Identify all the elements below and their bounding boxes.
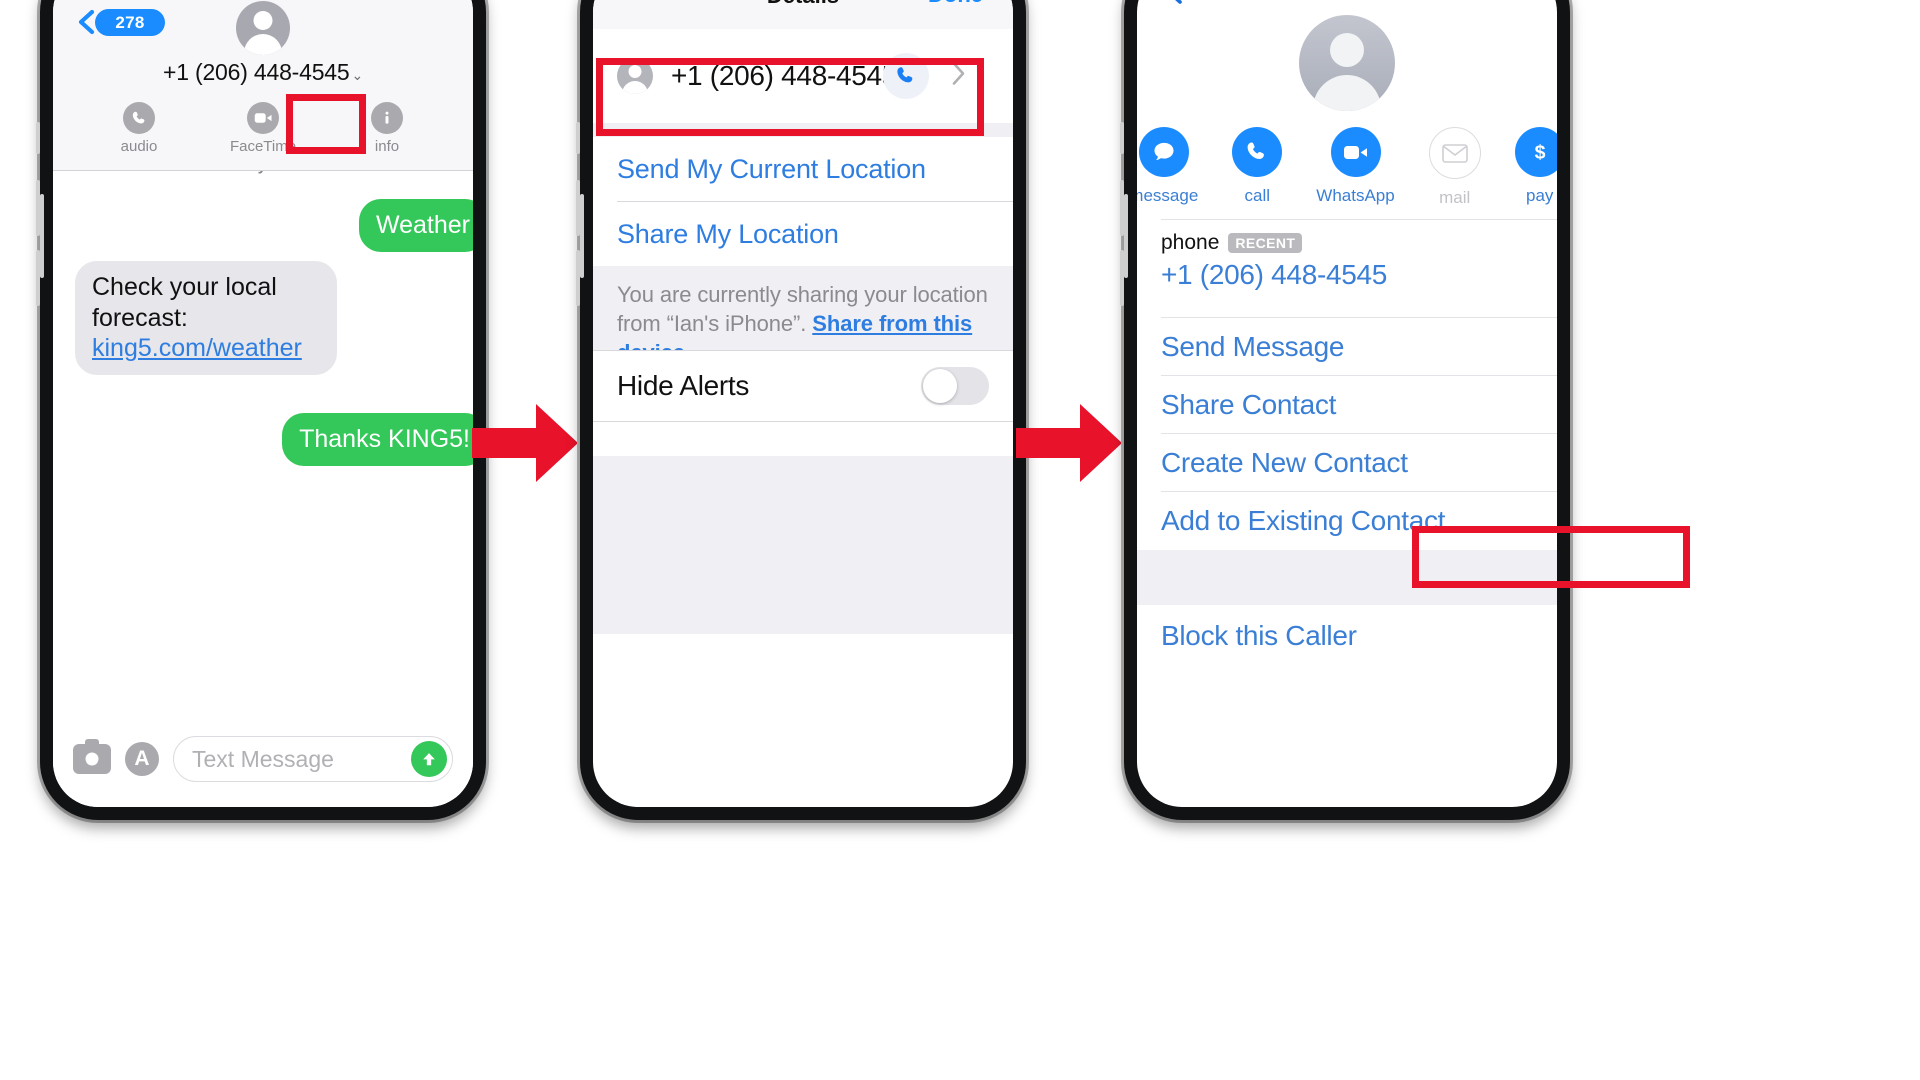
conversation-title[interactable]: +1 (206) 448-4545 ⌄ <box>53 59 473 86</box>
phone-field-value[interactable]: +1 (206) 448-4545 <box>1161 259 1533 291</box>
chevron-left-icon[interactable] <box>75 9 97 35</box>
add-to-existing-contact-label: Add to Existing Contact <box>1161 504 1446 536</box>
share-my-location-label: Share My Location <box>617 218 839 249</box>
chevron-down-icon: ⌄ <box>351 67 364 83</box>
message-thread: Thursday 4:23 PM Weather Check your loca… <box>53 171 473 711</box>
phone-field-label: phone <box>1161 231 1220 254</box>
create-new-contact-label: Create New Contact <box>1161 446 1408 478</box>
message-text: Weather <box>375 211 470 239</box>
highlight-contact-row <box>596 58 984 136</box>
phone-handset-icon <box>123 102 155 134</box>
text-message-input[interactable]: Text Message <box>173 736 453 782</box>
block-this-caller-row[interactable]: Block this Caller <box>1137 605 1557 667</box>
divider <box>1161 219 1557 220</box>
contact-avatar-icon[interactable] <box>236 1 290 55</box>
message-text: Check your local forecast: <box>92 273 277 332</box>
header-action-row: audio FaceTime info <box>53 102 473 155</box>
message-text: Thanks KING5! <box>299 425 470 453</box>
chevron-left-icon[interactable] <box>1163 0 1185 5</box>
message-action-label: message <box>1137 186 1199 205</box>
message-bubble-outgoing-1[interactable]: Weather <box>358 199 473 252</box>
message-bubble-icon <box>1138 127 1189 177</box>
phone-handset-icon <box>1232 127 1283 177</box>
envelope-icon <box>1428 127 1481 179</box>
video-camera-icon <box>1330 127 1381 177</box>
phone-field-label-group: phone RECENT <box>1161 231 1533 255</box>
video-camera-icon <box>247 102 279 134</box>
hide-alerts-label: Hide Alerts <box>617 370 750 401</box>
block-this-caller-label: Block this Caller <box>1161 620 1357 651</box>
create-new-contact-row[interactable]: Create New Contact <box>1137 434 1557 491</box>
unread-count-badge[interactable]: 278 <box>95 9 165 36</box>
share-contact-row[interactable]: Share Contact <box>1137 376 1557 433</box>
highlight-create-new-contact <box>1412 526 1690 588</box>
pay-action-button[interactable]: $ pay <box>1514 127 1557 208</box>
power-button[interactable] <box>40 194 44 278</box>
share-my-location-row[interactable]: Share My Location <box>593 202 1013 266</box>
phone-1-frame: AT&T Wi-Fi 8:48 AM <box>40 0 486 820</box>
details-header: Details Done <box>593 0 1013 29</box>
done-button[interactable]: Done <box>928 0 983 8</box>
arrow-step-2-to-3 <box>1014 400 1124 491</box>
hide-alerts-row[interactable]: Hide Alerts <box>593 351 1013 421</box>
phone-3-frame: message call WhatsApp <box>1124 0 1570 820</box>
mute-switch[interactable] <box>1120 122 1124 154</box>
mute-switch[interactable] <box>36 122 40 154</box>
send-current-location-row[interactable]: Send My Current Location <box>593 137 1013 201</box>
whatsapp-action-button[interactable]: WhatsApp <box>1316 127 1395 208</box>
message-bubble-outgoing-2[interactable]: Thanks KING5! <box>282 413 473 466</box>
info-circle-icon <box>371 102 403 134</box>
thread-daystamp: Thursday 4:23 PM <box>53 171 473 175</box>
contact-action-row: message call WhatsApp <box>1137 127 1557 208</box>
phone-field-row[interactable]: phone RECENT +1 (206) 448-4545 <box>1137 231 1557 317</box>
call-action-label: call <box>1244 186 1271 205</box>
whatsapp-action-label: WhatsApp <box>1316 186 1395 205</box>
info-label: info <box>374 138 400 155</box>
phone-3-screen: message call WhatsApp <box>1137 0 1557 807</box>
message-bubble-incoming-1[interactable]: Check your local forecast: king5.com/wea… <box>75 261 337 375</box>
divider <box>593 421 1013 422</box>
message-action-button[interactable]: message <box>1137 127 1198 208</box>
message-link[interactable]: king5.com/weather <box>92 334 302 362</box>
app-store-icon[interactable]: A <box>125 742 159 776</box>
tutorial-screenshot: AT&T Wi-Fi 8:48 AM <box>0 0 1920 1080</box>
power-button[interactable] <box>580 194 584 278</box>
contact-avatar-icon <box>1299 15 1395 111</box>
audio-call-button[interactable]: audio <box>100 102 178 155</box>
send-message-label: Send Message <box>1161 330 1345 362</box>
audio-call-label: audio <box>120 138 158 155</box>
pay-action-label: pay <box>1526 186 1554 205</box>
power-button[interactable] <box>1124 194 1128 278</box>
recent-badge: RECENT <box>1228 233 1303 253</box>
send-message-row[interactable]: Send Message <box>1137 318 1557 375</box>
toggle-switch-icon[interactable] <box>921 367 989 405</box>
send-current-location-label: Send My Current Location <box>617 153 926 184</box>
message-composer: A Text Message <box>53 711 473 807</box>
svg-text:$: $ <box>1534 142 1545 164</box>
mute-switch[interactable] <box>576 122 580 154</box>
location-sharing-note: You are currently sharing your location … <box>593 266 1013 365</box>
empty-section <box>593 456 1013 634</box>
send-arrow-up-icon[interactable] <box>411 741 447 777</box>
highlight-info-button <box>286 94 366 154</box>
messages-header: AT&T Wi-Fi 8:48 AM <box>53 0 473 171</box>
conversation-number: +1 (206) 448-4545 <box>162 59 350 85</box>
phone-1-screen: AT&T Wi-Fi 8:48 AM <box>53 0 473 807</box>
arrow-step-1-to-2 <box>470 400 580 491</box>
call-action-button[interactable]: call <box>1232 127 1283 208</box>
mail-action-button: mail <box>1428 127 1481 208</box>
share-contact-label: Share Contact <box>1161 388 1337 420</box>
dollar-sign-icon: $ <box>1514 127 1557 177</box>
camera-icon[interactable] <box>73 739 111 774</box>
mail-action-label: mail <box>1439 188 1471 207</box>
text-message-placeholder: Text Message <box>192 745 334 772</box>
